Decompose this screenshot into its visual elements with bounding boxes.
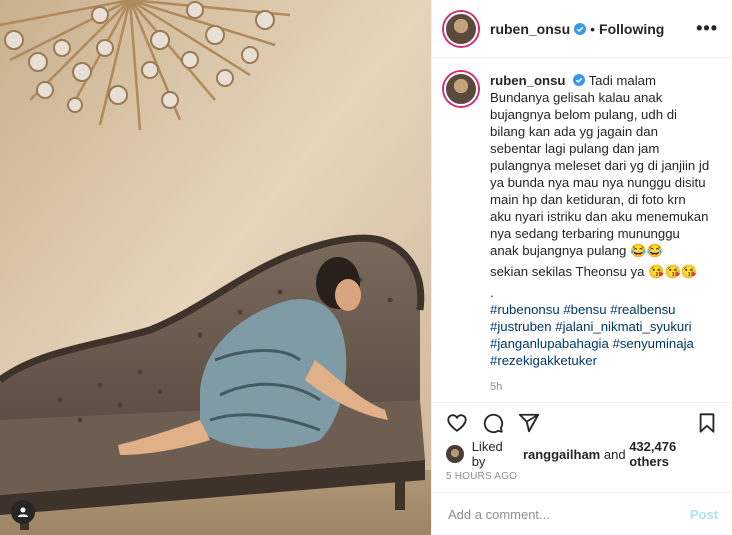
post-header: ruben_onsu • Following ••• xyxy=(432,0,732,58)
liker-avatar[interactable] xyxy=(446,445,464,463)
avatar[interactable] xyxy=(444,11,478,46)
caption: ruben_onsu Tadi malam Bundanya gelisah k… xyxy=(490,72,710,402)
caption-line-3: . xyxy=(490,285,494,300)
save-bookmark-icon[interactable] xyxy=(696,412,718,434)
action-bar xyxy=(432,402,732,443)
user-icon xyxy=(18,507,28,517)
comment-box: Post xyxy=(432,492,732,535)
caption-username[interactable]: ruben_onsu xyxy=(490,73,565,88)
separator-dot: • xyxy=(590,20,596,37)
verified-badge-icon xyxy=(573,74,586,86)
post-container: ruben_onsu • Following ••• ruben_onsu Ta… xyxy=(0,0,732,535)
more-options-icon[interactable]: ••• xyxy=(696,18,718,39)
post-comment-button[interactable]: Post xyxy=(690,507,718,522)
caption-avatar[interactable] xyxy=(444,72,478,106)
like-heart-icon[interactable] xyxy=(446,412,468,434)
posted-time: 5 HOURS AGO xyxy=(446,471,518,482)
caption-section: ruben_onsu Tadi malam Bundanya gelisah k… xyxy=(432,58,732,402)
verified-badge-icon xyxy=(574,22,587,35)
likes-summary: Liked by ranggailham and 432,476 others xyxy=(432,439,732,469)
following-button[interactable]: Following xyxy=(599,21,664,37)
comment-input[interactable] xyxy=(446,505,690,523)
post-side-panel: ruben_onsu • Following ••• ruben_onsu Ta… xyxy=(431,0,732,535)
photo-illustration xyxy=(0,0,431,535)
post-photo[interactable] xyxy=(0,0,431,535)
caption-text: Tadi malam Bundanya gelisah kalau anak b… xyxy=(490,73,710,258)
caption-hashtags[interactable]: #rubenonsu #bensu #realbensu #justruben … xyxy=(490,301,710,369)
caption-line-2: sekian sekilas Theonsu ya 😘😘😘 xyxy=(490,264,698,279)
share-icon[interactable] xyxy=(518,412,540,434)
caption-time: 5h xyxy=(490,381,503,393)
header-username[interactable]: ruben_onsu xyxy=(490,21,570,37)
likes-and: and xyxy=(603,446,626,462)
tagged-users-button[interactable] xyxy=(11,500,35,524)
comment-icon[interactable] xyxy=(482,412,504,434)
liker-username[interactable]: ranggailham xyxy=(523,447,600,462)
